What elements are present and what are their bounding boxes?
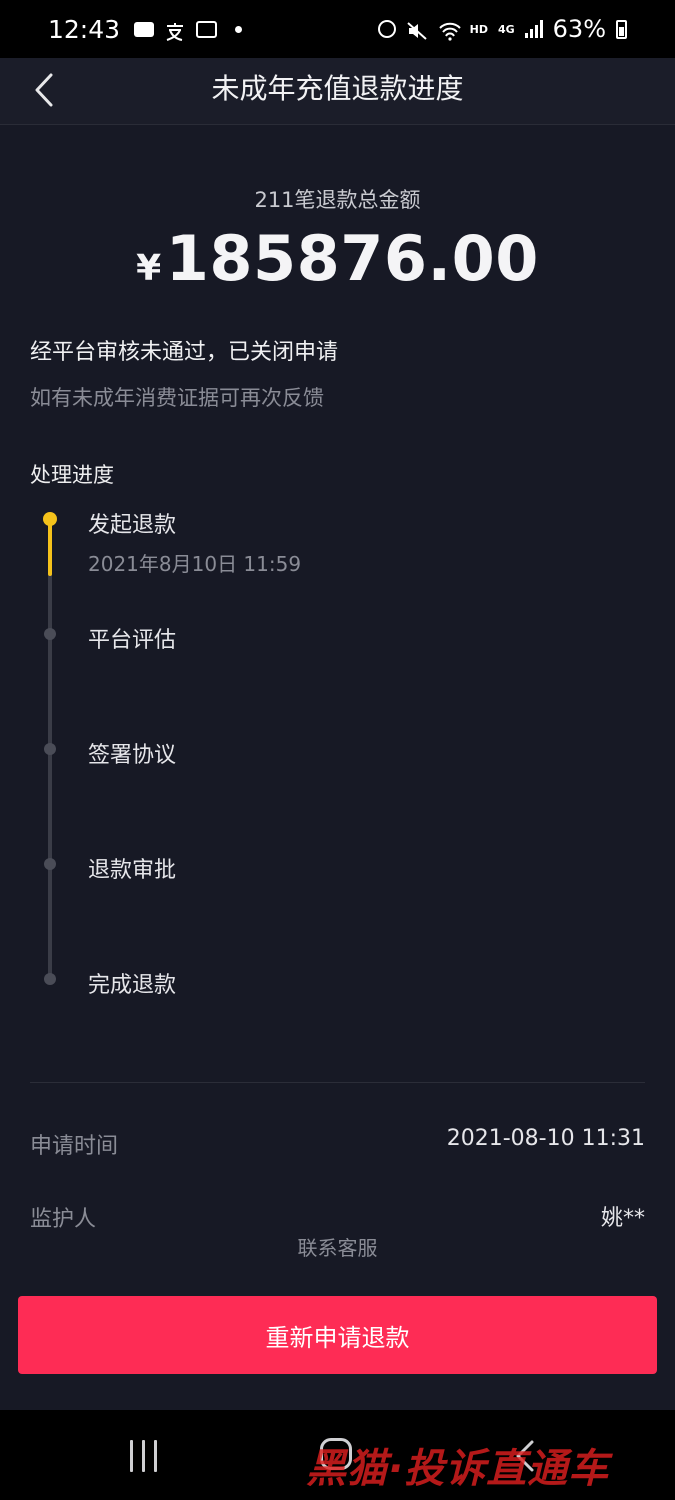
- battery-icon: [616, 19, 627, 39]
- timeline-dot-step-1: [43, 512, 57, 526]
- nav-header: 未成年充值退款进度: [0, 58, 675, 125]
- mute-icon: [406, 19, 428, 40]
- timeline-step-3-label: 签署协议: [88, 743, 177, 768]
- status-bar: 12:43 HD 4G 63%: [0, 0, 675, 58]
- mail-icon: [196, 20, 218, 38]
- message-icon: [134, 21, 155, 37]
- alarm-icon: [377, 20, 396, 38]
- apply-time-value: 2021-08-10 11:31: [446, 1126, 645, 1151]
- status-time: 12:43: [48, 14, 121, 44]
- network-type-label: 4G: [497, 22, 515, 36]
- alipay-icon: [164, 19, 186, 41]
- timeline-dot-step-3: [44, 743, 56, 755]
- timeline-dot-step-5: [44, 973, 56, 985]
- recent-apps-button[interactable]: [130, 1440, 157, 1472]
- section-divider: [30, 1082, 645, 1083]
- hd-label: HD: [469, 22, 488, 36]
- guardian-label: 监护人: [30, 1207, 97, 1232]
- page-title: 未成年充值退款进度: [211, 72, 464, 105]
- currency-symbol: ¥: [136, 248, 162, 289]
- signal-icon: [524, 20, 543, 38]
- amount-value: 185876.00: [165, 222, 539, 295]
- reapply-refund-button[interactable]: 重新申请退款: [18, 1296, 657, 1374]
- battery-percent: 63%: [552, 15, 606, 43]
- review-hint-text: 如有未成年消费证据可再次反馈: [30, 386, 324, 410]
- timeline-step-2-label: 平台评估: [88, 628, 177, 653]
- progress-section-title: 处理进度: [30, 463, 114, 487]
- status-right-icons: HD 4G 63%: [377, 15, 627, 43]
- refund-total-label: 211笔退款总金额: [254, 188, 421, 212]
- notification-dot-icon: [235, 25, 243, 33]
- refund-total-amount: ¥185876.00: [0, 222, 675, 295]
- timeline-dot-step-2: [44, 628, 56, 640]
- wifi-icon: [438, 19, 461, 41]
- timeline-active-segment: [48, 520, 52, 576]
- review-status-text: 经平台审核未通过，已关闭申请: [30, 340, 339, 365]
- timeline-step-1-label: 发起退款: [88, 513, 177, 538]
- status-left-icons: [134, 19, 243, 41]
- apply-time-label: 申请时间: [30, 1134, 119, 1159]
- timeline-step-1-time: 2021年8月10日 11:59: [88, 552, 302, 576]
- contact-support-link[interactable]: 联系客服: [0, 1232, 675, 1261]
- guardian-value: 姚**: [600, 1206, 645, 1231]
- timeline-dot-step-4: [44, 858, 56, 870]
- timeline-step-4-label: 退款审批: [88, 858, 177, 883]
- app-screen: 12:43 HD 4G 63% 未成年充值退款进度 211笔退款总金额 ¥185…: [0, 0, 675, 1500]
- timeline-step-5-label: 完成退款: [88, 973, 177, 998]
- watermark: 黑猫·投诉直通车: [306, 1446, 610, 1492]
